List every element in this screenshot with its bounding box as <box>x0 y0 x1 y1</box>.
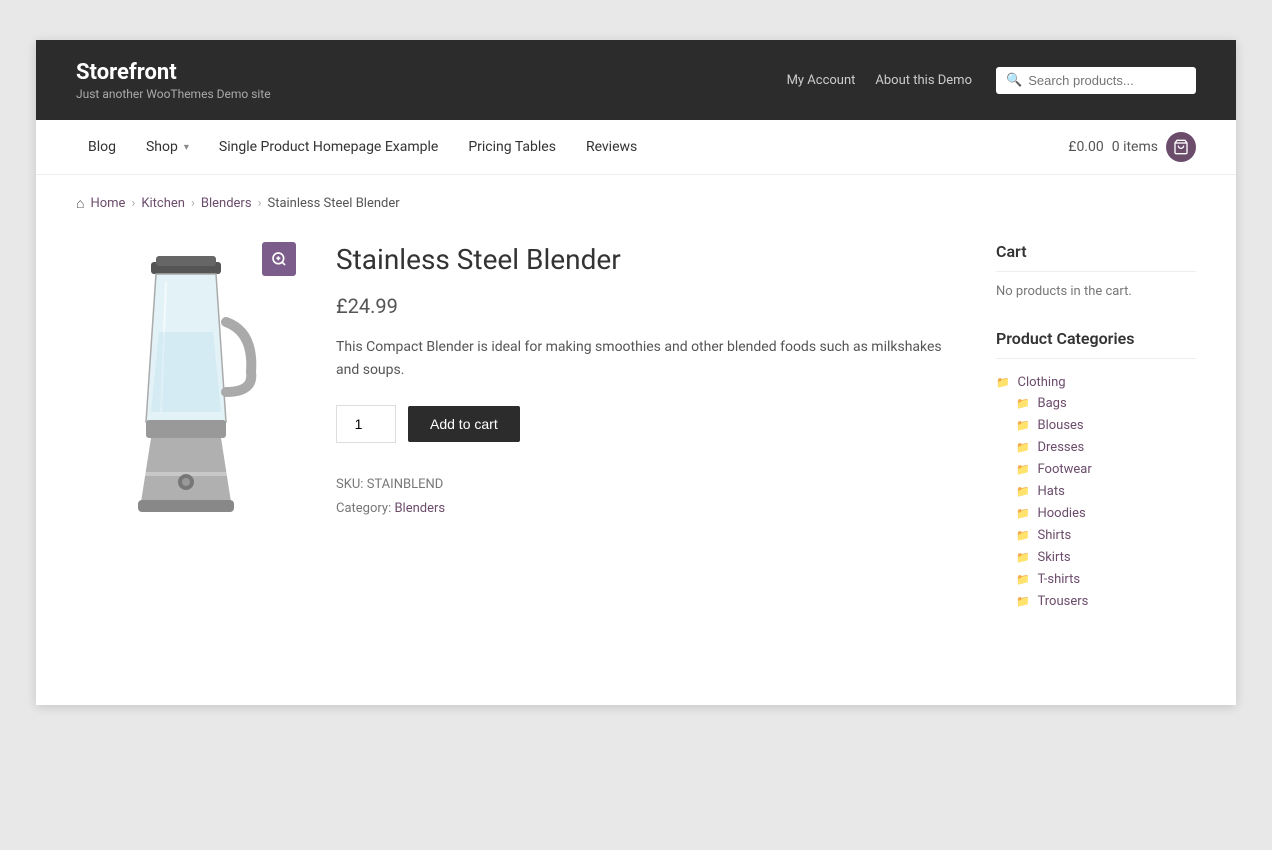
subcategory-trousers-link[interactable]: Trousers <box>1037 594 1088 609</box>
sidebar: Cart No products in the cart. Product Ca… <box>996 242 1196 645</box>
subcategory-footwear: 📁 Footwear <box>1016 458 1196 480</box>
search-bar: 🔍 <box>996 67 1196 94</box>
subcategory-dresses-link[interactable]: Dresses <box>1037 440 1084 455</box>
subcategory-shirts: 📁 Shirts <box>1016 524 1196 546</box>
breadcrumb-kitchen[interactable]: Kitchen <box>141 196 185 211</box>
subcategory-shirts-link[interactable]: Shirts <box>1037 528 1071 543</box>
subcategory-list: 📁 Bags 📁 Blouses 📁 Dresses <box>996 392 1196 612</box>
cart-section: Cart No products in the cart. <box>996 242 1196 299</box>
subfolder-icon: 📁 <box>1016 397 1030 409</box>
cart-title: Cart <box>996 242 1196 272</box>
subcategory-blouses: 📁 Blouses <box>1016 414 1196 436</box>
nav-pricing-tables[interactable]: Pricing Tables <box>456 133 568 161</box>
nav-reviews[interactable]: Reviews <box>574 133 649 161</box>
subfolder-icon: 📁 <box>1016 441 1030 453</box>
home-icon: ⌂ <box>76 195 84 212</box>
sku-label: SKU: <box>336 477 363 492</box>
subfolder-icon: 📁 <box>1016 551 1030 563</box>
category-clothing-link[interactable]: Clothing <box>1017 375 1065 390</box>
product-categories-section: Product Categories 📁 Clothing 📁 Bags <box>996 329 1196 615</box>
about-demo-link[interactable]: About this Demo <box>875 73 972 88</box>
subfolder-icon: 📁 <box>1016 529 1030 541</box>
breadcrumb-sep-2: › <box>191 196 195 211</box>
cart-area: £0.00 0 items <box>1068 132 1196 162</box>
cart-empty-text: No products in the cart. <box>996 284 1196 299</box>
brand-name: Storefront <box>76 60 271 85</box>
breadcrumb: ⌂ Home › Kitchen › Blenders › Stainless … <box>76 195 1196 212</box>
subcategory-hats-link[interactable]: Hats <box>1037 484 1064 499</box>
subcategory-hoodies: 📁 Hoodies <box>1016 502 1196 524</box>
product-details: Stainless Steel Blender £24.99 This Comp… <box>336 242 956 520</box>
top-bar: Storefront Just another WooThemes Demo s… <box>36 40 1236 120</box>
product-meta: SKU: STAINBLEND Category: Blenders <box>336 473 956 520</box>
category-clothing: 📁 Clothing 📁 Bags 📁 Blouses <box>996 371 1196 615</box>
sku-row: SKU: STAINBLEND <box>336 473 956 496</box>
top-nav: My Account About this Demo <box>787 73 972 88</box>
subcategory-hats: 📁 Hats <box>1016 480 1196 502</box>
top-right: My Account About this Demo 🔍 <box>787 67 1196 94</box>
subfolder-icon: 📁 <box>1016 573 1030 585</box>
product-title: Stainless Steel Blender <box>336 242 956 278</box>
subfolder-icon: 📁 <box>1016 485 1030 497</box>
subfolder-icon: 📁 <box>1016 595 1030 607</box>
cart-icon[interactable] <box>1166 132 1196 162</box>
category-row: Category: Blenders <box>336 497 956 520</box>
sku-value: STAINBLEND <box>367 477 444 492</box>
subcategory-dresses: 📁 Dresses <box>1016 436 1196 458</box>
add-to-cart-button[interactable]: Add to cart <box>408 406 520 442</box>
product-image-wrapper <box>76 242 296 562</box>
brand-tagline: Just another WooThemes Demo site <box>76 87 271 101</box>
subcategory-footwear-link[interactable]: Footwear <box>1037 462 1091 477</box>
category-list: 📁 Clothing 📁 Bags 📁 Blouses <box>996 371 1196 615</box>
breadcrumb-home[interactable]: Home <box>90 196 125 211</box>
product-image <box>76 242 296 562</box>
subcategory-skirts: 📁 Skirts <box>1016 546 1196 568</box>
product-description: This Compact Blender is ideal for making… <box>336 336 956 381</box>
nav-bar: Blog Shop ▾ Single Product Homepage Exam… <box>36 120 1236 175</box>
subfolder-icon: 📁 <box>1016 419 1030 431</box>
brand-area: Storefront Just another WooThemes Demo s… <box>76 60 271 101</box>
product-area: Stainless Steel Blender £24.99 This Comp… <box>76 242 956 645</box>
nav-blog[interactable]: Blog <box>76 133 128 161</box>
subcategory-bags: 📁 Bags <box>1016 392 1196 414</box>
add-to-cart-row: Add to cart <box>336 405 956 443</box>
shop-chevron-icon: ▾ <box>184 142 189 153</box>
breadcrumb-sep-1: › <box>131 196 135 211</box>
search-icon: 🔍 <box>1006 73 1022 88</box>
breadcrumb-current: Stainless Steel Blender <box>267 196 399 211</box>
main-layout: Stainless Steel Blender £24.99 This Comp… <box>76 242 1196 645</box>
nav-shop[interactable]: Shop ▾ <box>134 133 201 161</box>
subfolder-icon: 📁 <box>1016 507 1030 519</box>
subcategory-blouses-link[interactable]: Blouses <box>1037 418 1083 433</box>
folder-icon: 📁 <box>996 376 1010 388</box>
category-link[interactable]: Blenders <box>394 501 445 516</box>
subcategory-bags-link[interactable]: Bags <box>1037 396 1066 411</box>
main-nav: Blog Shop ▾ Single Product Homepage Exam… <box>76 133 649 161</box>
quantity-input[interactable] <box>336 405 396 443</box>
subcategory-hoodies-link[interactable]: Hoodies <box>1037 506 1085 521</box>
search-input[interactable] <box>1028 73 1186 88</box>
subfolder-icon: 📁 <box>1016 463 1030 475</box>
subcategory-trousers: 📁 Trousers <box>1016 590 1196 612</box>
categories-title: Product Categories <box>996 329 1196 359</box>
subcategory-tshirts: 📁 T-shirts <box>1016 568 1196 590</box>
cart-items-count: 0 items <box>1112 139 1158 155</box>
nav-single-product[interactable]: Single Product Homepage Example <box>207 133 450 161</box>
subcategory-skirts-link[interactable]: Skirts <box>1037 550 1070 565</box>
content-area: ⌂ Home › Kitchen › Blenders › Stainless … <box>36 175 1236 705</box>
product-price: £24.99 <box>336 294 956 318</box>
breadcrumb-sep-3: › <box>258 196 262 211</box>
cart-amount: £0.00 <box>1068 139 1103 155</box>
subcategory-tshirts-link[interactable]: T-shirts <box>1037 572 1080 587</box>
my-account-link[interactable]: My Account <box>787 73 856 88</box>
zoom-button[interactable] <box>262 242 296 276</box>
breadcrumb-blenders[interactable]: Blenders <box>201 196 252 211</box>
category-label: Category: <box>336 501 391 516</box>
